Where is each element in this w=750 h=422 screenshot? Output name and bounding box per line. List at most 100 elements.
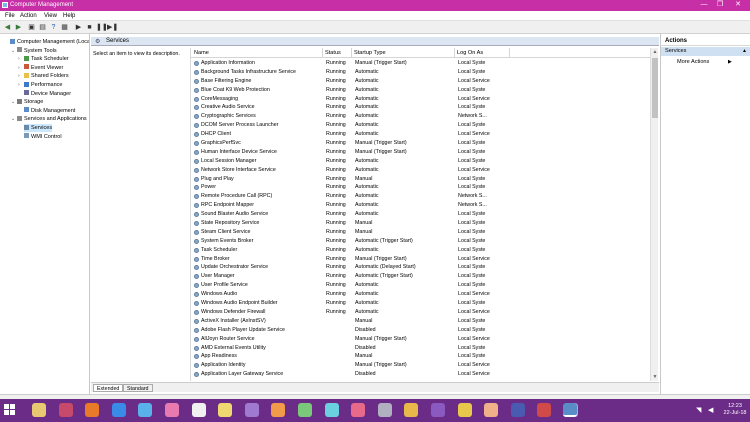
table-row[interactable]: Background Tasks Infrastructure Service R… [191, 68, 650, 77]
properties-icon[interactable]: ▦ [60, 23, 69, 32]
column-status[interactable]: Status [325, 50, 341, 56]
start-button[interactable] [4, 404, 16, 416]
vertical-scrollbar[interactable]: ▲ ▼ [650, 48, 658, 381]
tree-item-wmi-control[interactable]: WMI Control [24, 133, 62, 141]
network-icon[interactable]: ◥ [696, 406, 701, 414]
pause-service-icon[interactable]: ❚❚ [96, 23, 108, 32]
pony-pink-icon[interactable] [165, 403, 179, 417]
table-row[interactable]: Adobe Flash Player Update Service Disable… [191, 326, 650, 335]
pony-peach-icon[interactable] [484, 403, 499, 417]
pony-cyan-icon[interactable] [324, 403, 339, 417]
scrollbar-thumb[interactable] [652, 58, 658, 118]
table-row[interactable]: Time Broker Running Manual (Trigger Start)… [191, 255, 650, 264]
table-row[interactable]: DHCP Client Running Automatic Local Service [191, 130, 650, 139]
ie-icon[interactable] [111, 403, 126, 417]
table-row[interactable]: ActiveX Installer (AxInstSV) Manual Local … [191, 317, 650, 326]
pony-app-icon[interactable] [32, 403, 46, 417]
table-row[interactable]: Plug and Play Running Manual Local Syste [191, 175, 650, 184]
pony-blue-icon[interactable] [138, 403, 153, 417]
pony-navy-icon[interactable] [510, 403, 525, 417]
table-row[interactable]: AMD External Events Utility Disabled Local… [191, 344, 650, 353]
table-row[interactable]: Blue Coat K9 Web Protection Running Automa… [191, 86, 650, 95]
pony-violet-icon[interactable] [431, 403, 445, 417]
media-app-icon[interactable] [58, 403, 73, 417]
table-row[interactable]: Application Identity Manual (Trigger Star… [191, 361, 650, 370]
show-hide-tree-icon[interactable]: ▤ [38, 23, 47, 32]
pony-purple-icon[interactable] [244, 403, 259, 417]
firefox-icon[interactable] [85, 403, 100, 417]
pony-grey-icon[interactable] [377, 403, 392, 417]
table-row[interactable]: Update Orchestrator Service Running Automa… [191, 263, 650, 272]
table-row[interactable]: Creative Audio Service Running Automatic Lo… [191, 103, 650, 112]
tree-item-storage[interactable]: Storage [17, 98, 43, 106]
tree-item-services[interactable]: Services [24, 124, 53, 132]
back-icon[interactable]: ◀ [3, 23, 12, 32]
table-row[interactable]: Cryptographic Services Running Automatic Ne… [191, 112, 650, 121]
menu-help[interactable]: Help [63, 13, 75, 19]
pony-orange-icon[interactable] [271, 403, 286, 417]
collapse-icon[interactable]: ▲ [742, 47, 747, 56]
tree-item-shared-folders[interactable]: Shared Folders [24, 72, 69, 80]
table-row[interactable]: Sound Blaster Audio Service Running Automa… [191, 210, 650, 219]
pony-yellow-icon[interactable] [218, 403, 233, 417]
collapsed-chevron-icon[interactable]: › [18, 65, 20, 71]
table-row[interactable]: CoreMessaging Running Automatic Local Servi… [191, 95, 650, 104]
restart-service-icon[interactable]: ▶❚ [107, 23, 118, 32]
tree-item-event-viewer[interactable]: Event Viewer [24, 64, 63, 72]
table-row[interactable]: AllJoyn Router Service Manual (Trigger St… [191, 335, 650, 344]
expanded-chevron-icon[interactable]: ⌄ [11, 99, 15, 105]
table-row[interactable]: Application Layer Gateway Service Disable… [191, 370, 650, 379]
tab-extended[interactable]: Extended [93, 384, 124, 392]
tree-item-task-scheduler[interactable]: Task Scheduler [24, 55, 69, 63]
table-row[interactable]: User Profile Service Running Automatic Loca… [191, 281, 650, 290]
more-actions-item[interactable]: More Actions ▶ [677, 59, 732, 65]
help-icon[interactable]: ? [49, 23, 58, 32]
folder-app-icon[interactable] [457, 403, 472, 417]
table-row[interactable]: Windows Audio Endpoint Builder Running Aut… [191, 299, 650, 308]
table-row[interactable]: Network Store Interface Service Running Au… [191, 166, 650, 175]
table-row[interactable]: Local Session Manager Running Automatic Loc… [191, 157, 650, 166]
close-button[interactable]: ✕ [728, 0, 748, 11]
table-row[interactable]: System Events Broker Running Automatic (Tr… [191, 237, 650, 246]
computer-management-icon[interactable] [563, 403, 577, 417]
table-row[interactable]: Base Filtering Engine Running Automatic Loc… [191, 77, 650, 86]
volume-icon[interactable]: ◀ [708, 406, 713, 414]
pony-gold-icon[interactable] [404, 403, 419, 417]
table-row[interactable]: RPC Endpoint Mapper Running Automatic Netwo… [191, 201, 650, 210]
tree-item-performance[interactable]: Performance [24, 81, 63, 89]
pony-white-icon[interactable] [191, 403, 206, 417]
column-name[interactable]: Name [194, 50, 209, 56]
tree-item-device-manager[interactable]: Device Manager [24, 90, 71, 98]
tree-item-computer-management-local[interactable]: Computer Management (Local [10, 38, 89, 46]
stop-service-icon[interactable]: ■ [85, 23, 94, 32]
pony-rose-icon[interactable] [351, 403, 366, 417]
table-row[interactable]: Remote Procedure Call (RPC) Running Automa… [191, 192, 650, 201]
tree-item-system-tools[interactable]: System Tools [17, 47, 57, 55]
table-row[interactable]: Windows Defender Firewall Running Automati… [191, 308, 650, 317]
clock[interactable]: 12:23 22-Jul-18 [722, 403, 748, 417]
menu-view[interactable]: View [44, 13, 57, 19]
scroll-up-icon[interactable]: ▲ [651, 48, 659, 56]
tree-item-services-and-applications[interactable]: Services and Applications [17, 115, 87, 123]
menu-file[interactable]: File [5, 13, 15, 19]
table-row[interactable]: User Manager Running Automatic (Trigger St… [191, 272, 650, 281]
expanded-chevron-icon[interactable]: ⌄ [11, 48, 15, 54]
table-row[interactable]: Application Information Running Manual (Tr… [191, 59, 650, 68]
start-service-icon[interactable]: ▶ [74, 23, 83, 32]
tree-item-disk-management[interactable]: Disk Management [24, 107, 75, 115]
up-level-icon[interactable]: ▣ [27, 23, 36, 32]
tab-standard[interactable]: Standard [123, 384, 153, 392]
actions-section-services[interactable]: Services ▲ [661, 47, 750, 56]
table-row[interactable]: App Readiness Manual Local Syste [191, 352, 650, 361]
column-startup-type[interactable]: Startup Type [354, 50, 386, 56]
table-row[interactable]: Human Interface Device Service Running Man… [191, 148, 650, 157]
column-log-on-as[interactable]: Log On As [457, 50, 483, 56]
table-row[interactable]: Task Scheduler Running Automatic Local Syst… [191, 246, 650, 255]
table-row[interactable]: DCOM Server Process Launcher Running Autom… [191, 121, 650, 130]
collapsed-chevron-icon[interactable]: › [18, 82, 20, 88]
menu-action[interactable]: Action [20, 13, 37, 19]
expanded-chevron-icon[interactable]: ⌄ [11, 116, 15, 122]
collapsed-chevron-icon[interactable]: › [18, 73, 20, 79]
collapsed-chevron-icon[interactable]: › [18, 56, 20, 62]
table-row[interactable]: Windows Audio Running Automatic Local Servi… [191, 290, 650, 299]
